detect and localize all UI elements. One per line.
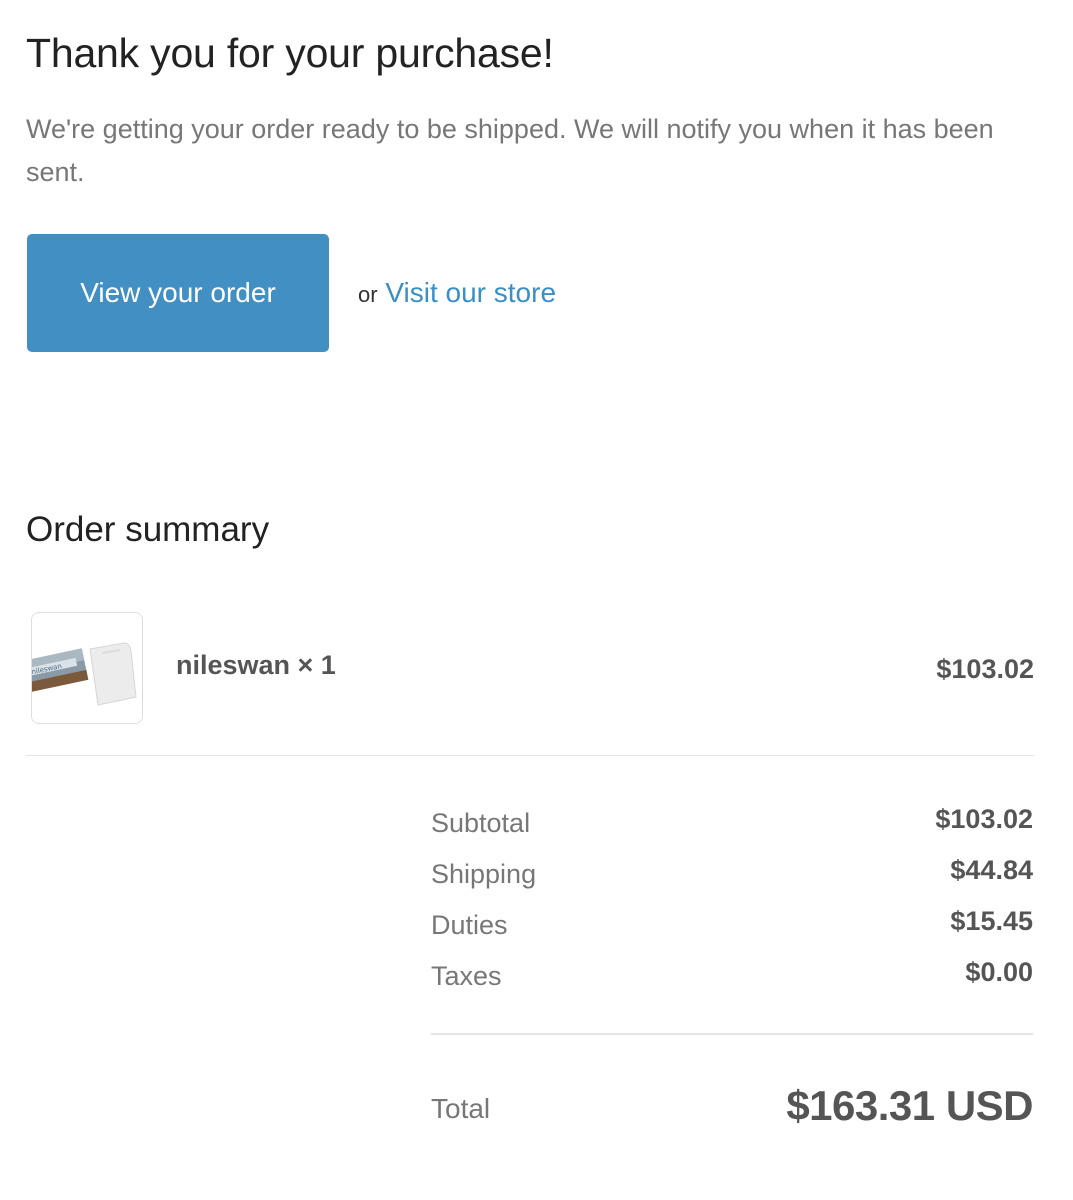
line-item-price: $103.02: [936, 654, 1034, 684]
order-summary-title: Order summary: [26, 510, 270, 549]
confirmation-message: We're getting your order ready to be shi…: [26, 114, 994, 187]
duties-value: $15.45: [950, 906, 1033, 936]
totals-divider: [431, 1033, 1033, 1035]
shipping-row: Shipping $44.84: [431, 851, 1033, 902]
view-order-button[interactable]: View your order: [27, 234, 329, 352]
taxes-value: $0.00: [965, 957, 1033, 987]
taxes-label: Taxes: [431, 961, 502, 991]
shipping-label: Shipping: [431, 859, 537, 889]
line-item-name: nileswan × 1: [176, 650, 336, 680]
product-image: nileswan: [32, 613, 142, 723]
total-label: Total: [431, 1093, 491, 1124]
store-link-group: or Visit our store: [358, 276, 556, 312]
subtotal-row: Subtotal $103.02: [431, 800, 1033, 851]
divider: [26, 755, 1034, 756]
visit-store-link[interactable]: Visit our store: [385, 277, 556, 308]
cost-breakdown: Subtotal $103.02 Shipping $44.84 Duties …: [431, 800, 1033, 1004]
duties-row: Duties $15.45: [431, 902, 1033, 953]
duties-label: Duties: [431, 910, 508, 940]
subtotal-label: Subtotal: [431, 808, 531, 838]
subtotal-value: $103.02: [935, 804, 1033, 834]
taxes-row: Taxes $0.00: [431, 953, 1033, 1004]
or-text: or: [358, 282, 378, 307]
product-thumbnail: nileswan: [31, 612, 143, 724]
shipping-value: $44.84: [950, 855, 1033, 885]
order-confirmation: Thank you for your purchase! We're getti…: [26, 0, 1034, 1200]
total-value: $163.31 USD: [786, 1082, 1033, 1129]
page-title: Thank you for your purchase!: [26, 30, 554, 76]
